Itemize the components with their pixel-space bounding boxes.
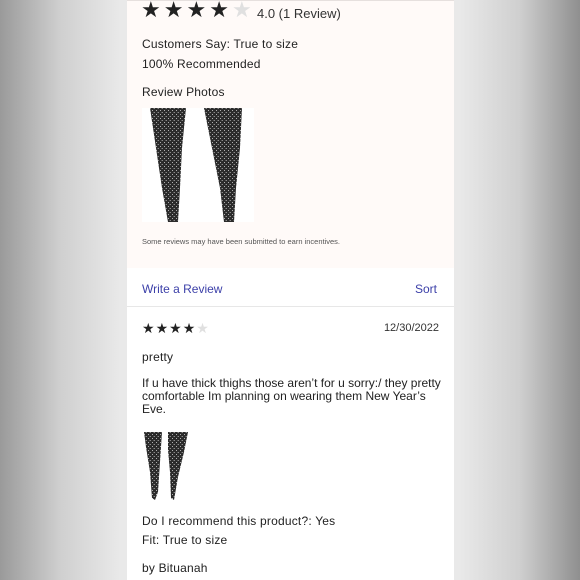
star-filled-icon: ★ — [142, 320, 155, 336]
review-title: pretty — [142, 350, 174, 364]
review-photo-small[interactable] — [142, 432, 189, 500]
star-empty-icon: ★ — [196, 320, 209, 336]
customers-say: Customers Say: True to size — [142, 37, 299, 51]
summary-star-rating: ★ ★ ★ ★ ★ — [141, 0, 255, 21]
star-filled-icon: ★ — [163, 0, 184, 22]
review-date: 12/30/2022 — [383, 322, 439, 334]
review-body: If u have thick thighs those aren’t for … — [142, 376, 441, 416]
star-filled-icon: ★ — [155, 320, 169, 336]
recommend-answer: Do I recommend this product?: Yes — [142, 514, 336, 528]
review-photos-label: Review Photos — [142, 85, 225, 99]
review-star-rating: ★ ★ ★ ★ ★ — [142, 321, 210, 335]
review-photo-thumbnail[interactable] — [142, 108, 254, 222]
star-filled-icon: ★ — [209, 0, 229, 22]
incentive-note: Some reviews may have been submitted to … — [142, 237, 341, 246]
star-filled-icon: ★ — [141, 0, 161, 22]
review-author: by Bituanah — [142, 561, 208, 575]
star-filled-icon: ★ — [186, 0, 207, 22]
fit-answer: Fit: True to size — [142, 533, 228, 547]
write-review-link[interactable]: Write a Review — [142, 282, 222, 296]
recommended-percent: 100% Recommended — [142, 57, 261, 71]
review-summary: ★ ★ ★ ★ ★ 4.0 (1 Review) Customers Say: … — [127, 0, 454, 268]
star-filled-icon: ★ — [169, 320, 182, 336]
rating-summary-text: 4.0 (1 Review) — [257, 6, 341, 21]
reviews-panel: ★ ★ ★ ★ ★ 4.0 (1 Review) Customers Say: … — [127, 0, 454, 580]
review-actions-bar: Write a Review Sort — [127, 270, 454, 307]
star-empty-icon: ★ — [231, 0, 252, 22]
sort-link[interactable]: Sort — [415, 282, 437, 296]
star-filled-icon: ★ — [182, 320, 196, 336]
